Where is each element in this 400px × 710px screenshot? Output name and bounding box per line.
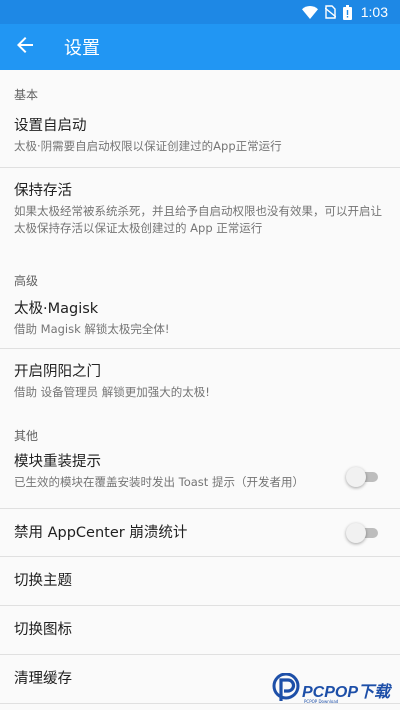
- setting-reinstall-hint[interactable]: 模块重装提示 已生效的模块在覆盖安装时发出 Toast 提示（开发者用）: [0, 443, 400, 509]
- section-header-basic: 基本: [14, 88, 39, 102]
- arrow-back-icon: [17, 37, 33, 57]
- back-button[interactable]: [0, 24, 50, 70]
- app-bar: 设置: [0, 24, 400, 70]
- setting-reinstall-hint-title: 模块重装提示: [14, 454, 101, 470]
- setting-appcenter[interactable]: 禁用 AppCenter 崩溃统计: [0, 509, 400, 557]
- setting-autostart[interactable]: 设置自启动 太极·阴需要自启动权限以保证创建过的App正常运行: [0, 102, 400, 168]
- setting-yinyang-gate-subtitle: 借助 设备管理员 解锁更加强大的太极!: [14, 385, 210, 399]
- setting-yinyang-gate-title: 开启阴阳之门: [14, 364, 101, 380]
- setting-autostart-subtitle: 太极·阴需要自启动权限以保证创建过的App正常运行: [14, 139, 282, 153]
- setting-yinyang-gate[interactable]: 开启阴阳之门 借助 设备管理员 解锁更加强大的太极!: [0, 349, 400, 411]
- watermark-subtext: PCPOP Download: [304, 699, 339, 704]
- setting-keepalive[interactable]: 保持存活 如果太极经常被系统杀死，并且给予自启动权限也没有效果，可以开启让太极保…: [0, 168, 400, 256]
- wifi-icon: [301, 5, 318, 19]
- setting-switch-icon-title: 切换图标: [14, 622, 72, 638]
- page-title: 设置: [64, 38, 100, 59]
- setting-switch-icon[interactable]: 切换图标: [0, 606, 400, 655]
- setting-reinstall-hint-subtitle: 已生效的模块在覆盖安装时发出 Toast 提示（开发者用）: [14, 475, 304, 489]
- setting-magisk-title: 太极·Magisk: [14, 301, 99, 317]
- setting-appcenter-title: 禁用 AppCenter 崩溃统计: [14, 525, 188, 541]
- no-sim-icon: [324, 5, 336, 19]
- pcpop-logo-icon: [272, 672, 300, 707]
- toggle-thumb: [346, 523, 366, 543]
- section-header-advanced: 高级: [14, 274, 39, 288]
- setting-keepalive-subtitle: 如果太极经常被系统杀死，并且给予自启动权限也没有效果，可以开启让太极保持存活以保…: [14, 204, 382, 235]
- toggle-thumb: [346, 467, 366, 487]
- pcpop-watermark: PCPOP下载 PCPOP Download: [272, 670, 400, 710]
- appcenter-toggle[interactable]: [346, 523, 378, 543]
- setting-keepalive-title: 保持存活: [14, 183, 72, 199]
- setting-magisk-subtitle: 借助 Magisk 解锁太极完全体!: [14, 322, 170, 336]
- status-time: 1:03: [360, 4, 388, 20]
- setting-switch-theme[interactable]: 切换主题: [0, 557, 400, 606]
- setting-magisk[interactable]: 太极·Magisk 借助 Magisk 解锁太极完全体!: [0, 288, 400, 349]
- setting-autostart-title: 设置自启动: [14, 118, 87, 134]
- settings-list[interactable]: 基本 设置自启动 太极·阴需要自启动权限以保证创建过的App正常运行 保持存活 …: [0, 70, 400, 710]
- reinstall-hint-toggle[interactable]: [346, 467, 378, 487]
- battery-icon: [342, 4, 352, 20]
- status-bar: 1:03: [0, 0, 400, 24]
- setting-switch-theme-title: 切换主题: [14, 573, 72, 589]
- section-header-other: 其他: [14, 429, 39, 443]
